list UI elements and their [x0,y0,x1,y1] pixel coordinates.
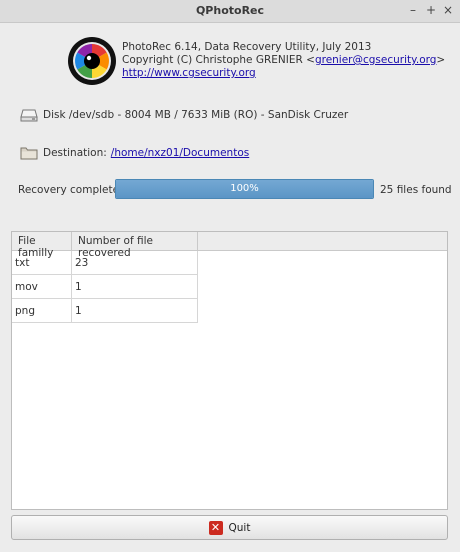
website-link[interactable]: http://www.cgsecurity.org [122,67,256,79]
table-row[interactable]: txt 23 [12,251,447,275]
disk-label: Disk /dev/sdb - 8004 MB / 7633 MiB (RO) … [43,109,349,121]
column-header-count[interactable]: Number of file recovered [72,232,198,259]
recovery-progress-bar: 100% [115,179,374,199]
title-bar: QPhotoRec – + × [0,0,460,23]
table-row[interactable]: mov 1 [12,275,447,299]
progress-label: Recovery completed [18,184,126,196]
photorec-logo-icon [67,36,117,86]
close-icon[interactable]: × [441,3,455,17]
destination-label: Destination: [43,147,107,159]
cell-file-family: png [12,299,72,323]
quit-icon: ✕ [208,520,223,535]
quit-label: Quit [228,521,251,534]
copyright-suffix: > [436,54,446,66]
cell-file-family: txt [12,251,72,275]
disk-drive-icon [20,107,38,123]
cell-count: 1 [72,299,198,323]
destination-row: Destination: /home/nxz01/Documentos [20,145,249,161]
copyright-line: Copyright (C) Christophe GRENIER <grenie… [122,54,445,67]
table-row[interactable]: png 1 [12,299,447,323]
app-version-line: PhotoRec 6.14, Data Recovery Utility, Ju… [122,41,372,53]
maximize-icon[interactable]: + [424,3,438,17]
quit-button[interactable]: ✕ Quit [11,515,448,540]
cell-count: 23 [72,251,198,275]
app-info: PhotoRec 6.14, Data Recovery Utility, Ju… [122,41,445,80]
cell-count: 1 [72,275,198,299]
window-title: QPhotoRec [195,4,265,17]
results-table[interactable]: File familly Number of file recovered tx… [11,231,448,510]
destination-path-link[interactable]: /home/nxz01/Documentos [111,147,249,159]
copyright-prefix: Copyright (C) Christophe GRENIER < [122,54,315,66]
column-header-file-family[interactable]: File familly [12,232,72,259]
minimize-icon[interactable]: – [406,3,420,17]
disk-row: Disk /dev/sdb - 8004 MB / 7633 MiB (RO) … [20,107,348,123]
files-found-count: 25 files found [380,184,452,196]
folder-icon [20,145,38,161]
progress-percent: 100% [230,183,259,194]
email-link[interactable]: grenier@cgsecurity.org [315,54,436,66]
table-header: File familly Number of file recovered [12,232,447,259]
cell-file-family: mov [12,275,72,299]
